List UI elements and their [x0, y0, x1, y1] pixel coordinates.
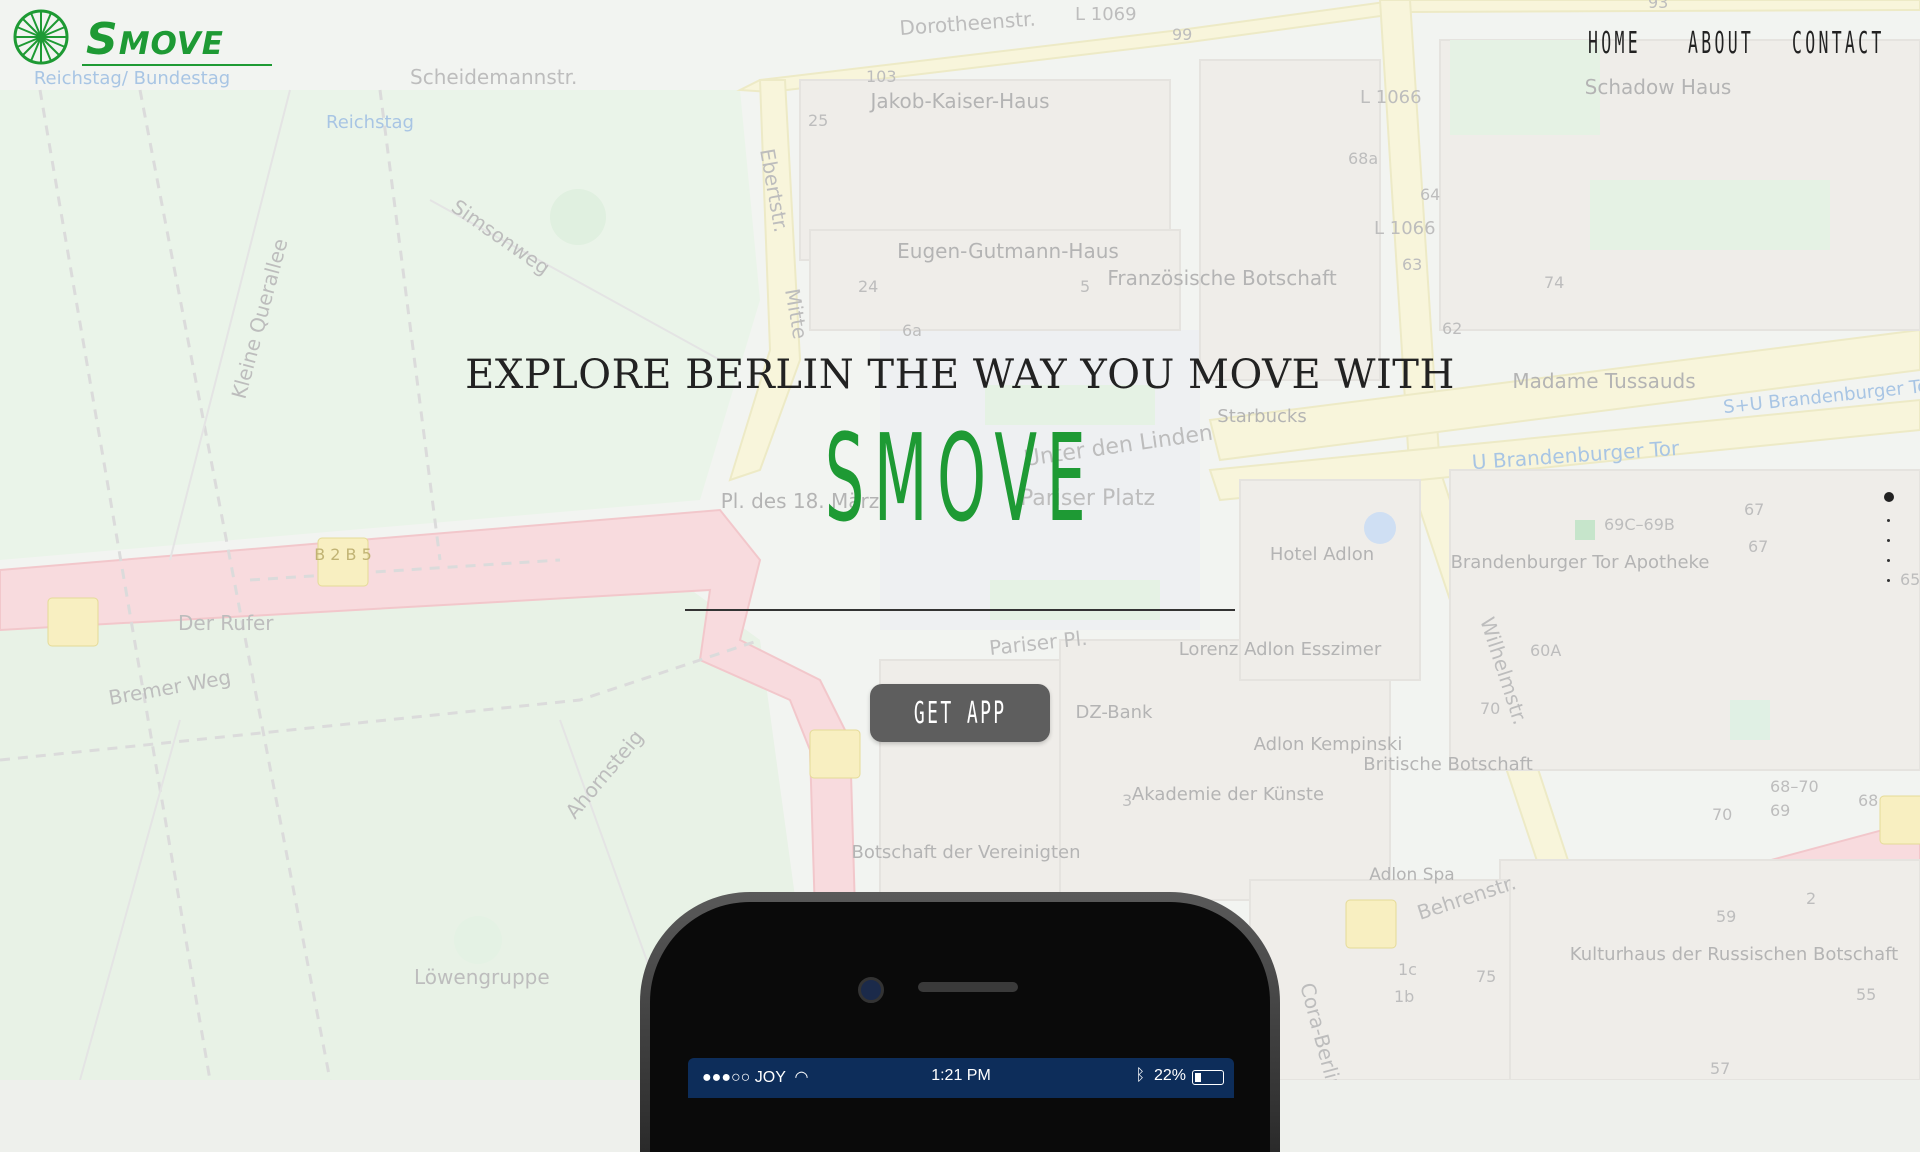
- nav-about[interactable]: ABOUT: [1688, 26, 1754, 61]
- map-label: Französische Botschaft: [1107, 266, 1337, 290]
- map-label: Löwengruppe: [414, 965, 550, 989]
- bluetooth-icon: ᛒ: [1135, 1067, 1150, 1084]
- map-label: Schadow Haus: [1585, 75, 1732, 99]
- map-label: 68: [1858, 791, 1878, 810]
- pagination-dot-4[interactable]: [1887, 559, 1890, 562]
- map-label: B 2 B 5: [314, 545, 372, 564]
- battery-percent: 22%: [1153, 1067, 1186, 1084]
- hero-title: EXPLORE BERLIN THE WAY YOU MOVE WITH: [465, 352, 1455, 398]
- map-label: Botschaft der Vereinigten: [852, 842, 1081, 863]
- map-label: 67: [1744, 500, 1764, 519]
- speaker-grille: [918, 982, 1018, 992]
- map-label: 103: [866, 67, 897, 86]
- get-app-button[interactable]: GET APP: [870, 684, 1050, 742]
- wheel-icon: [13, 9, 69, 65]
- battery-status: ᛒ 22%: [1135, 1067, 1186, 1085]
- map-label: 68a: [1348, 149, 1378, 168]
- phone-mockup: ●●●○○ JOY ◠ 1:21 PM ᛒ 22%: [640, 892, 1280, 1152]
- map-label: Reichstag/ Bundestag: [34, 68, 230, 89]
- map-label: Brandenburger Tor Apotheke: [1451, 552, 1710, 573]
- map-label: Eugen-Gutmann-Haus: [897, 239, 1119, 263]
- phone-body: ●●●○○ JOY ◠ 1:21 PM ᛒ 22%: [650, 902, 1270, 1152]
- map-label: Der Rufer: [178, 611, 274, 635]
- map-label: Akademie der Künste: [1132, 784, 1324, 805]
- map-label: Jakob-Kaiser-Haus: [868, 89, 1049, 113]
- map-label: 2: [1806, 889, 1816, 908]
- map-label: Reichstag: [326, 112, 414, 133]
- map-label: Adlon Kempinski: [1254, 734, 1403, 755]
- main-nav: HOME ABOUT CONTACT: [1520, 26, 1920, 66]
- map-label: L 1066: [1374, 218, 1436, 239]
- map-label: 1b: [1394, 987, 1414, 1006]
- map-label: 70: [1712, 805, 1732, 824]
- map-label: 67: [1748, 537, 1768, 556]
- camera-icon: [858, 977, 884, 1003]
- pagination-dot-1[interactable]: [1884, 492, 1894, 502]
- section-pagination: [1884, 492, 1896, 592]
- map-label: 62: [1442, 319, 1462, 338]
- map-label: 1c: [1398, 960, 1417, 979]
- map-label: 68–70: [1770, 777, 1819, 796]
- phone-status-bar: ●●●○○ JOY ◠ 1:21 PM ᛒ 22%: [688, 1058, 1234, 1098]
- nav-home[interactable]: HOME: [1588, 26, 1641, 61]
- map-label: 75: [1476, 967, 1496, 986]
- pagination-dot-5[interactable]: [1887, 579, 1890, 582]
- map-label: L 1069: [1075, 4, 1137, 25]
- map-label: 63: [1402, 255, 1422, 274]
- hero-brand: SMOVE: [824, 410, 1096, 549]
- map-label: DZ-Bank: [1076, 702, 1154, 723]
- map-label: 55: [1856, 985, 1876, 1004]
- map-label: 6a: [902, 321, 922, 340]
- map-label: 99: [1172, 25, 1192, 44]
- map-label: 69: [1770, 801, 1790, 820]
- battery-icon: [1192, 1070, 1224, 1085]
- logo-text: Smove: [86, 14, 224, 65]
- logo-underline: [82, 64, 272, 66]
- map-label: 64: [1420, 185, 1440, 204]
- map-label: 70: [1480, 699, 1500, 718]
- map-label: 65: [1900, 570, 1920, 589]
- get-app-label: GET APP: [913, 695, 1007, 731]
- pagination-dot-2[interactable]: [1887, 519, 1890, 522]
- map-label: 57: [1710, 1059, 1730, 1078]
- map-label: 74: [1544, 273, 1564, 292]
- map-label: Scheidemannstr.: [410, 65, 577, 89]
- map-label: 69C–69B: [1604, 515, 1675, 534]
- map-label: Lorenz Adlon Esszimer: [1179, 639, 1382, 660]
- map-label: 5: [1080, 277, 1090, 296]
- pagination-dot-3[interactable]: [1887, 539, 1890, 542]
- map-label: 3: [1122, 791, 1132, 810]
- logo[interactable]: Smove: [12, 8, 272, 70]
- map-label: 93: [1648, 0, 1668, 12]
- map-label: 25: [808, 111, 828, 130]
- map-label: 60A: [1530, 641, 1561, 660]
- map-label: 24: [858, 277, 878, 296]
- map-label: L 1066: [1360, 87, 1422, 108]
- map-label: Adlon Spa: [1369, 865, 1454, 885]
- map-label: Britische Botschaft: [1363, 754, 1533, 775]
- map-label: 59: [1716, 907, 1736, 926]
- map-label: Kulturhaus der Russischen Botschaft: [1570, 944, 1898, 965]
- nav-contact[interactable]: CONTACT: [1792, 26, 1885, 61]
- hero-divider: [685, 609, 1235, 611]
